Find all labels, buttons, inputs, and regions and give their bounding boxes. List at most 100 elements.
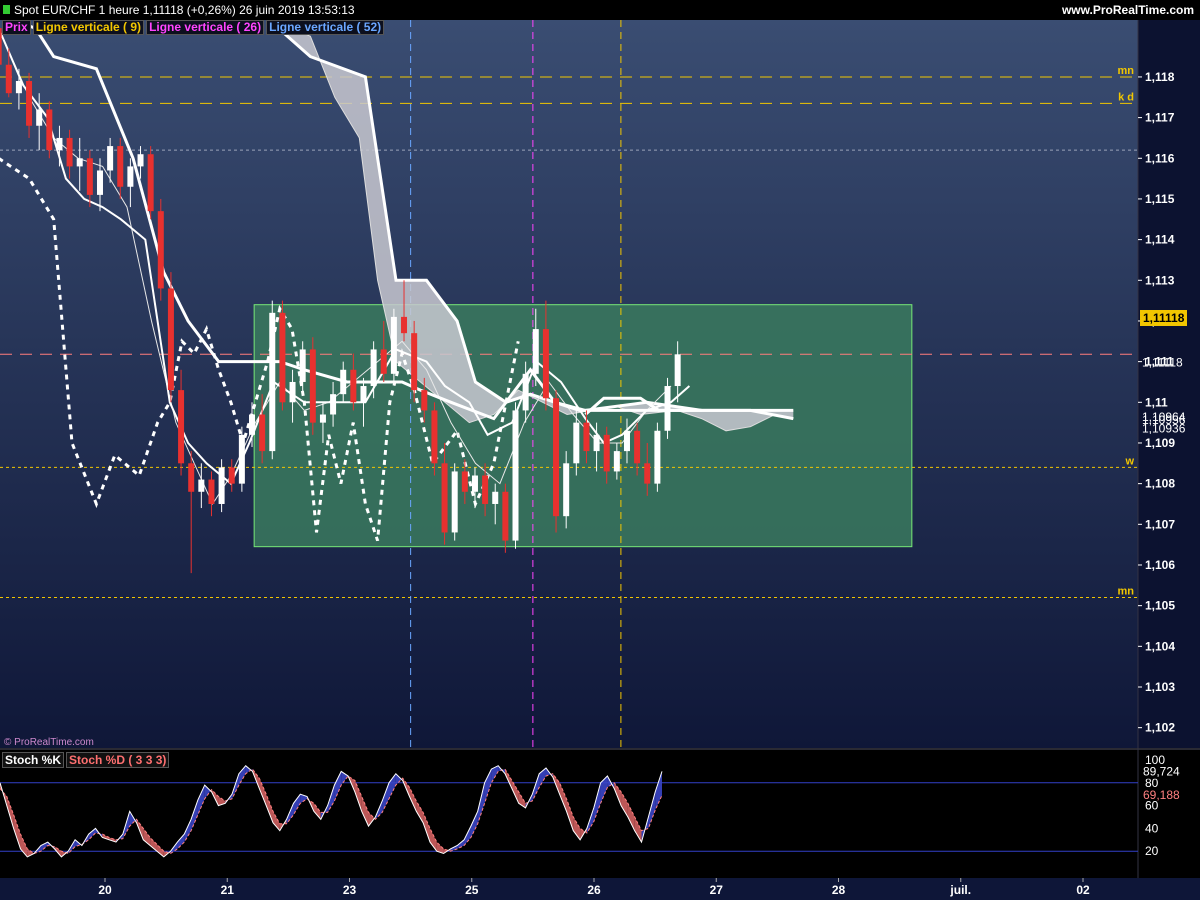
x-tick-label: 26 [587, 883, 601, 897]
candle-body [127, 166, 134, 187]
candle-body [411, 333, 418, 391]
y-tick-label: 1,107 [1145, 517, 1175, 531]
level-label: mn [1118, 65, 1135, 77]
legend-item-stoch-d[interactable]: Stoch %D ( 3 3 3) [66, 752, 170, 768]
candle-body [218, 467, 225, 504]
candle-body [26, 81, 33, 126]
y-tick-label: 1,115 [1145, 192, 1175, 206]
candle-body [157, 211, 164, 289]
y-tick-label: 1,117 [1145, 111, 1175, 125]
x-tick-label: 27 [710, 883, 724, 897]
stoch-k-value: 89,724 [1143, 765, 1180, 779]
candle-body [623, 430, 630, 452]
y-tick-label: 1,102 [1145, 721, 1175, 735]
price-readout: 1,11118 [1142, 355, 1183, 369]
green-square-icon [3, 5, 10, 14]
x-tick-label: 28 [832, 883, 846, 897]
x-tick-label: 23 [343, 883, 357, 897]
candle-body [188, 463, 195, 492]
stoch-legend: Stoch %K Stoch %D ( 3 3 3) [2, 752, 170, 768]
last-price-badge: 1,11118 [1140, 310, 1188, 326]
candle-body [583, 422, 590, 452]
copyright: © ProRealTime.com [4, 737, 94, 748]
candle-body [674, 354, 681, 387]
top-bar: Spot EUR/CHF 1 heure 1,11118 (+0,26%) 26… [0, 0, 1200, 20]
candle-body [5, 64, 12, 94]
candle-body [664, 386, 671, 431]
candle-body [380, 349, 387, 374]
y-tick-label: 1,105 [1145, 599, 1175, 613]
candle-body [350, 369, 357, 403]
y-tick-label: 1,116 [1145, 151, 1175, 165]
stoch-tick-label: 40 [1145, 821, 1159, 835]
level-label: k d [1118, 91, 1134, 103]
cloud-value-label: 1,10936 [1142, 421, 1186, 435]
y-tick-label: 1,114 [1145, 233, 1175, 247]
candle-body [76, 158, 83, 167]
candle-body [309, 349, 316, 423]
candle-body [593, 434, 600, 452]
candle-body [198, 479, 205, 492]
x-tick-label: 20 [98, 883, 112, 897]
x-tick-label: juil. [949, 883, 971, 897]
candle-body [86, 158, 93, 195]
candle-body [431, 410, 438, 464]
candle-body [56, 137, 63, 151]
candle-body [167, 288, 174, 391]
candle-body [46, 109, 53, 151]
legend-item-ligne-52[interactable]: Ligne verticale ( 52) [266, 20, 385, 35]
legend-item-prix[interactable]: Prix [2, 20, 31, 35]
candle-body [401, 316, 408, 334]
candle-body [269, 312, 276, 452]
candle-body [228, 467, 235, 484]
candle-body [532, 329, 539, 374]
candle-body [319, 414, 326, 423]
candle-body [208, 479, 215, 504]
candle-body [502, 491, 509, 541]
y-tick-label: 1,109 [1145, 436, 1175, 450]
candle-body [15, 81, 22, 94]
candle-body [238, 434, 245, 484]
candle-body [340, 369, 347, 395]
candle-body [137, 154, 144, 167]
stoch-d-value: 69,188 [1143, 788, 1180, 802]
y-tick-label: 1,106 [1145, 558, 1175, 572]
candle-body [471, 475, 478, 492]
candle-body [553, 398, 560, 517]
candle-body [613, 451, 620, 472]
level-label: mn [1118, 586, 1135, 598]
candle-body [421, 390, 428, 411]
candle-body [360, 386, 367, 403]
candle-body [461, 471, 468, 492]
x-tick-label: 25 [465, 883, 479, 897]
candle-body [107, 146, 114, 171]
candle-body [279, 312, 286, 403]
candle-body [522, 373, 529, 411]
candle-body [117, 146, 124, 187]
y-tick-label: 1,103 [1145, 680, 1175, 694]
stoch-tick-label: 20 [1145, 844, 1159, 858]
candle-body [289, 381, 296, 403]
indicator-legend: Prix Ligne verticale ( 9) Ligne vertical… [2, 20, 385, 35]
legend-item-stoch-k[interactable]: Stoch %K [2, 752, 65, 768]
candle-body [542, 329, 549, 399]
y-tick-label: 1,108 [1145, 477, 1175, 491]
candle-body [451, 471, 458, 533]
legend-item-ligne-9[interactable]: Ligne verticale ( 9) [32, 20, 145, 35]
candle-body [178, 390, 185, 464]
candle-body [390, 316, 397, 374]
x-tick-label: 02 [1076, 883, 1090, 897]
candle-body [492, 491, 499, 504]
candle-body [644, 463, 651, 484]
y-tick-label: 1,11 [1145, 395, 1168, 409]
candle-body [603, 434, 610, 472]
candle-body [573, 422, 580, 464]
candle-body [330, 394, 337, 415]
site-link[interactable]: www.ProRealTime.com [1062, 3, 1194, 17]
level-label: w [1124, 455, 1134, 467]
candle-body [370, 349, 377, 387]
candle-body [654, 430, 661, 484]
candle-body [482, 475, 489, 504]
candle-body [512, 410, 519, 541]
legend-item-ligne-26[interactable]: Ligne verticale ( 26) [146, 20, 265, 35]
